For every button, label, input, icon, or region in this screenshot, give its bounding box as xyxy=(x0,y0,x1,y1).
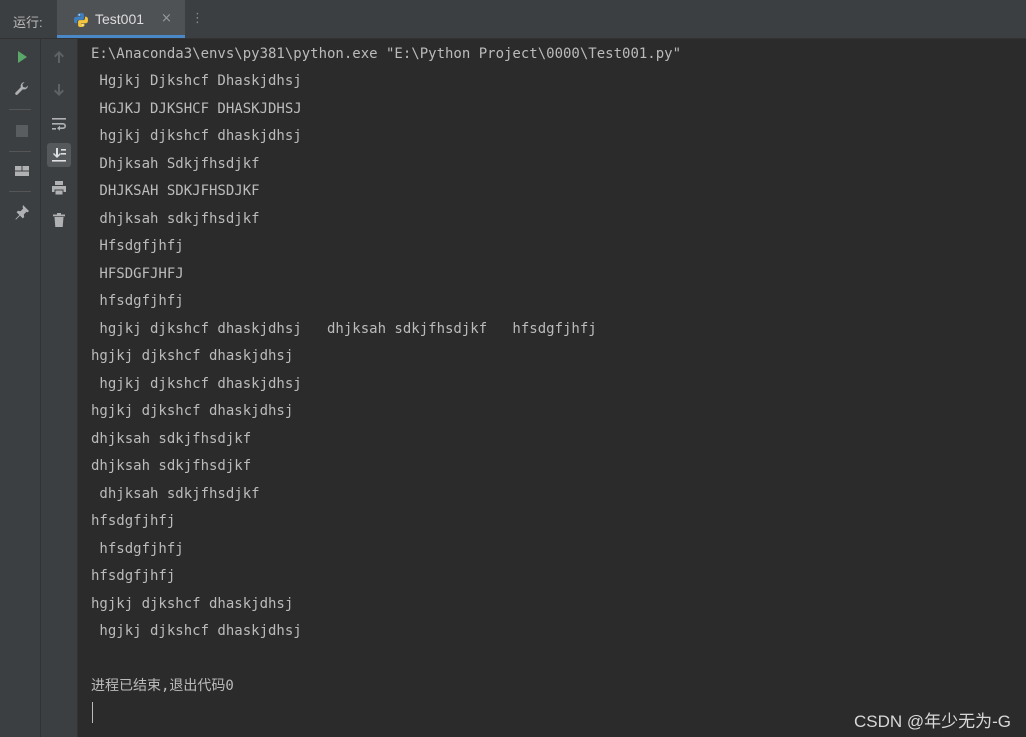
console-line: hfsdgfjhfj xyxy=(91,541,184,557)
console-line: Hgjkj Djkshcf Dhaskjdhsj xyxy=(91,73,302,89)
console-line: hfsdgfjhfj xyxy=(91,568,176,584)
print-icon[interactable] xyxy=(47,176,71,200)
console-line: hgjkj djkshcf dhaskjdhsj xyxy=(91,623,302,639)
process-exit-message: 进程已结束,退出代码0 xyxy=(91,678,234,694)
run-icon[interactable] xyxy=(10,45,34,69)
pin-icon[interactable] xyxy=(10,200,34,224)
console-line: dhjksah sdkjfhsdjkf xyxy=(91,486,260,502)
console-line: hgjkj djkshcf dhaskjdhsj xyxy=(91,376,302,392)
csdn-watermark: CSDN @年少无为-G xyxy=(853,712,1011,731)
soft-wrap-icon[interactable] xyxy=(47,112,71,136)
run-label: 运行: xyxy=(13,15,43,30)
python-icon xyxy=(73,12,89,28)
scroll-to-end-icon[interactable] xyxy=(47,143,71,167)
console-line: Dhjksah Sdkjfhsdjkf xyxy=(91,156,260,172)
console-line: HGJKJ DJKSHCF DHASKJDHSJ xyxy=(91,101,302,117)
active-tab-indicator xyxy=(57,35,185,38)
layout-icon[interactable] xyxy=(10,159,34,183)
console-line: hgjkj djkshcf dhaskjdhsj xyxy=(91,596,294,612)
run-toolbar-right xyxy=(41,39,78,737)
close-icon[interactable]: × xyxy=(161,11,172,26)
run-tool-window-header: 运行: Test001 × ⋮ xyxy=(0,0,1026,39)
tab-title: Test001 xyxy=(95,11,145,27)
stop-icon[interactable] xyxy=(10,119,34,143)
console-command-line: E:\Anaconda3\envs\py381\python.exe "E:\P… xyxy=(91,46,682,62)
console-line: dhjksah sdkjfhsdjkf xyxy=(91,458,252,474)
tab-test001[interactable]: Test001 × xyxy=(57,0,185,38)
console-line: hgjkj djkshcf dhaskjdhsj xyxy=(91,348,294,364)
toolbar-separator xyxy=(9,109,31,110)
console-line: dhjksah sdkjfhsdjkf xyxy=(91,211,260,227)
console-line: dhjksah sdkjfhsdjkf xyxy=(91,431,252,447)
console-line: DHJKSAH SDKJFHSDJKF xyxy=(91,183,260,199)
run-toolbar-left xyxy=(0,39,41,737)
console-line: hfsdgfjhfj xyxy=(91,513,176,529)
console-line: hgjkj djkshcf dhaskjdhsj xyxy=(91,403,294,419)
arrow-up-icon[interactable] xyxy=(47,45,71,69)
toolbar-separator xyxy=(9,191,31,192)
console-line: HFSDGFJHFJ xyxy=(91,266,184,282)
tab-menu-icon[interactable]: ⋮ xyxy=(191,11,204,26)
console-line: hgjkj djkshcf dhaskjdhsj dhjksah sdkjfhs… xyxy=(91,321,597,337)
wrench-icon[interactable] xyxy=(10,77,34,101)
arrow-down-icon[interactable] xyxy=(47,78,71,102)
console-output[interactable]: E:\Anaconda3\envs\py381\python.exe "E:\P… xyxy=(78,39,1026,737)
trash-icon[interactable] xyxy=(47,208,71,232)
toolbar-separator xyxy=(9,151,31,152)
console-line: hgjkj djkshcf dhaskjdhsj xyxy=(91,128,302,144)
console-line: Hfsdgfjhfj xyxy=(91,238,184,254)
text-caret xyxy=(92,702,93,723)
console-line: hfsdgfjhfj xyxy=(91,293,184,309)
